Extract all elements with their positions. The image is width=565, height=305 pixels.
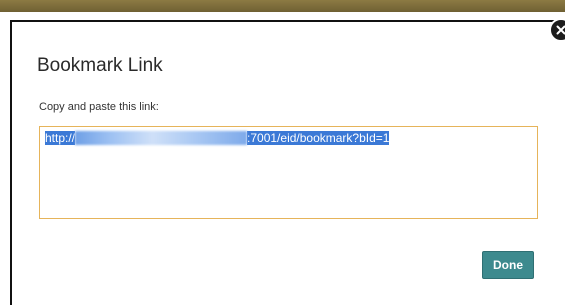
redacted-host: [75, 131, 248, 145]
bookmark-dialog: Bookmark Link Copy and paste this link: …: [10, 20, 565, 305]
page: Bookmark Link Copy and paste this link: …: [0, 0, 565, 305]
bookmark-link-field[interactable]: http:// :7001/eid/bookmark?bId=1: [39, 126, 538, 219]
backdrop-strip: [0, 12, 565, 20]
close-icon: [556, 25, 565, 35]
link-prefix: http://: [45, 131, 76, 145]
dialog-title: Bookmark Link: [37, 55, 163, 76]
done-button[interactable]: Done: [482, 251, 534, 279]
link-suffix: :7001/eid/bookmark?bId=1: [247, 131, 390, 145]
copy-link-label: Copy and paste this link:: [39, 101, 159, 113]
window-top-band: [0, 0, 565, 12]
bookmark-link-text[interactable]: http:// :7001/eid/bookmark?bId=1: [45, 131, 532, 145]
